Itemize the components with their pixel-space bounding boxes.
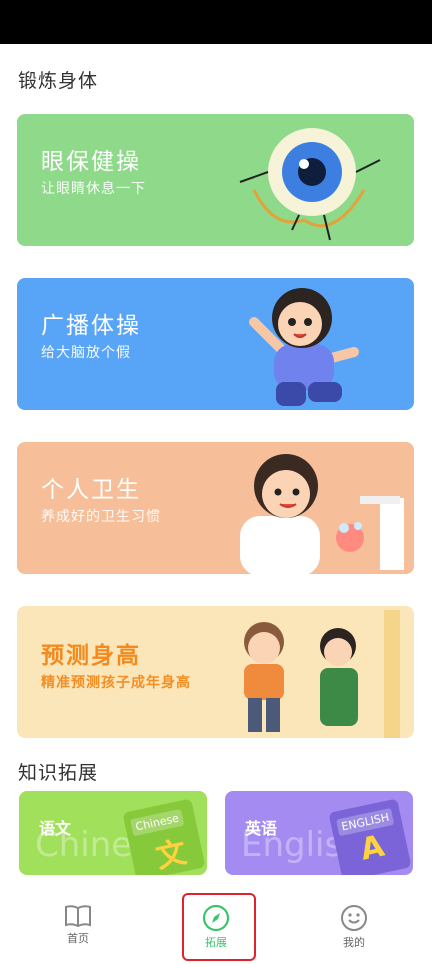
height-prediction-card[interactable]: 预测身高 精准预测孩子成年身高 <box>17 606 414 738</box>
tab-profile[interactable]: 我的 <box>314 904 394 954</box>
eye-exercise-card[interactable]: 眼保健操 让眼睛休息一下 <box>17 114 414 246</box>
card-subtitle: 精准预测孩子成年身高 <box>41 675 191 691</box>
card-subtitle: 养成好的卫生习惯 <box>41 509 161 525</box>
tab-label: 首页 <box>67 932 89 945</box>
chinese-card[interactable]: Chinese 语文 Chinese 文 <box>19 791 207 875</box>
personal-hygiene-card[interactable]: 个人卫生 养成好的卫生习惯 <box>17 442 414 574</box>
eyeball-illustration <box>239 128 381 241</box>
book-icon <box>65 905 91 928</box>
children-illustration <box>244 610 400 738</box>
book-glyph: A <box>357 828 388 868</box>
highlight-box <box>182 893 256 961</box>
card-title: 眼保健操 <box>41 149 141 175</box>
boy-washing-hands-illustration <box>240 454 404 574</box>
english-book-icon: ENGLISH A <box>328 798 412 875</box>
card-subtitle: 给大脑放个假 <box>41 345 131 361</box>
section-title-exercise: 锻炼身体 <box>18 70 99 92</box>
card-title: 广播体操 <box>41 313 141 339</box>
broadcast-exercise-card[interactable]: 广播体操 给大脑放个假 <box>17 278 414 410</box>
card-title: 个人卫生 <box>41 477 141 503</box>
tab-label: 我的 <box>343 936 365 949</box>
section-title-knowledge: 知识拓展 <box>18 762 99 784</box>
smile-icon <box>341 905 367 931</box>
english-card[interactable]: English 英语 ENGLISH A <box>225 791 413 875</box>
tab-home[interactable]: 首页 <box>38 904 118 954</box>
status-bar <box>0 0 432 44</box>
card-subtitle: 让眼睛休息一下 <box>41 181 146 197</box>
card-title: 英语 <box>245 819 278 838</box>
girl-exercising-illustration <box>249 288 359 406</box>
book-glyph: 文 <box>153 835 190 875</box>
card-title: 语文 <box>39 819 72 838</box>
chinese-book-icon: Chinese 文 <box>122 798 206 875</box>
card-title: 预测身高 <box>41 643 141 669</box>
